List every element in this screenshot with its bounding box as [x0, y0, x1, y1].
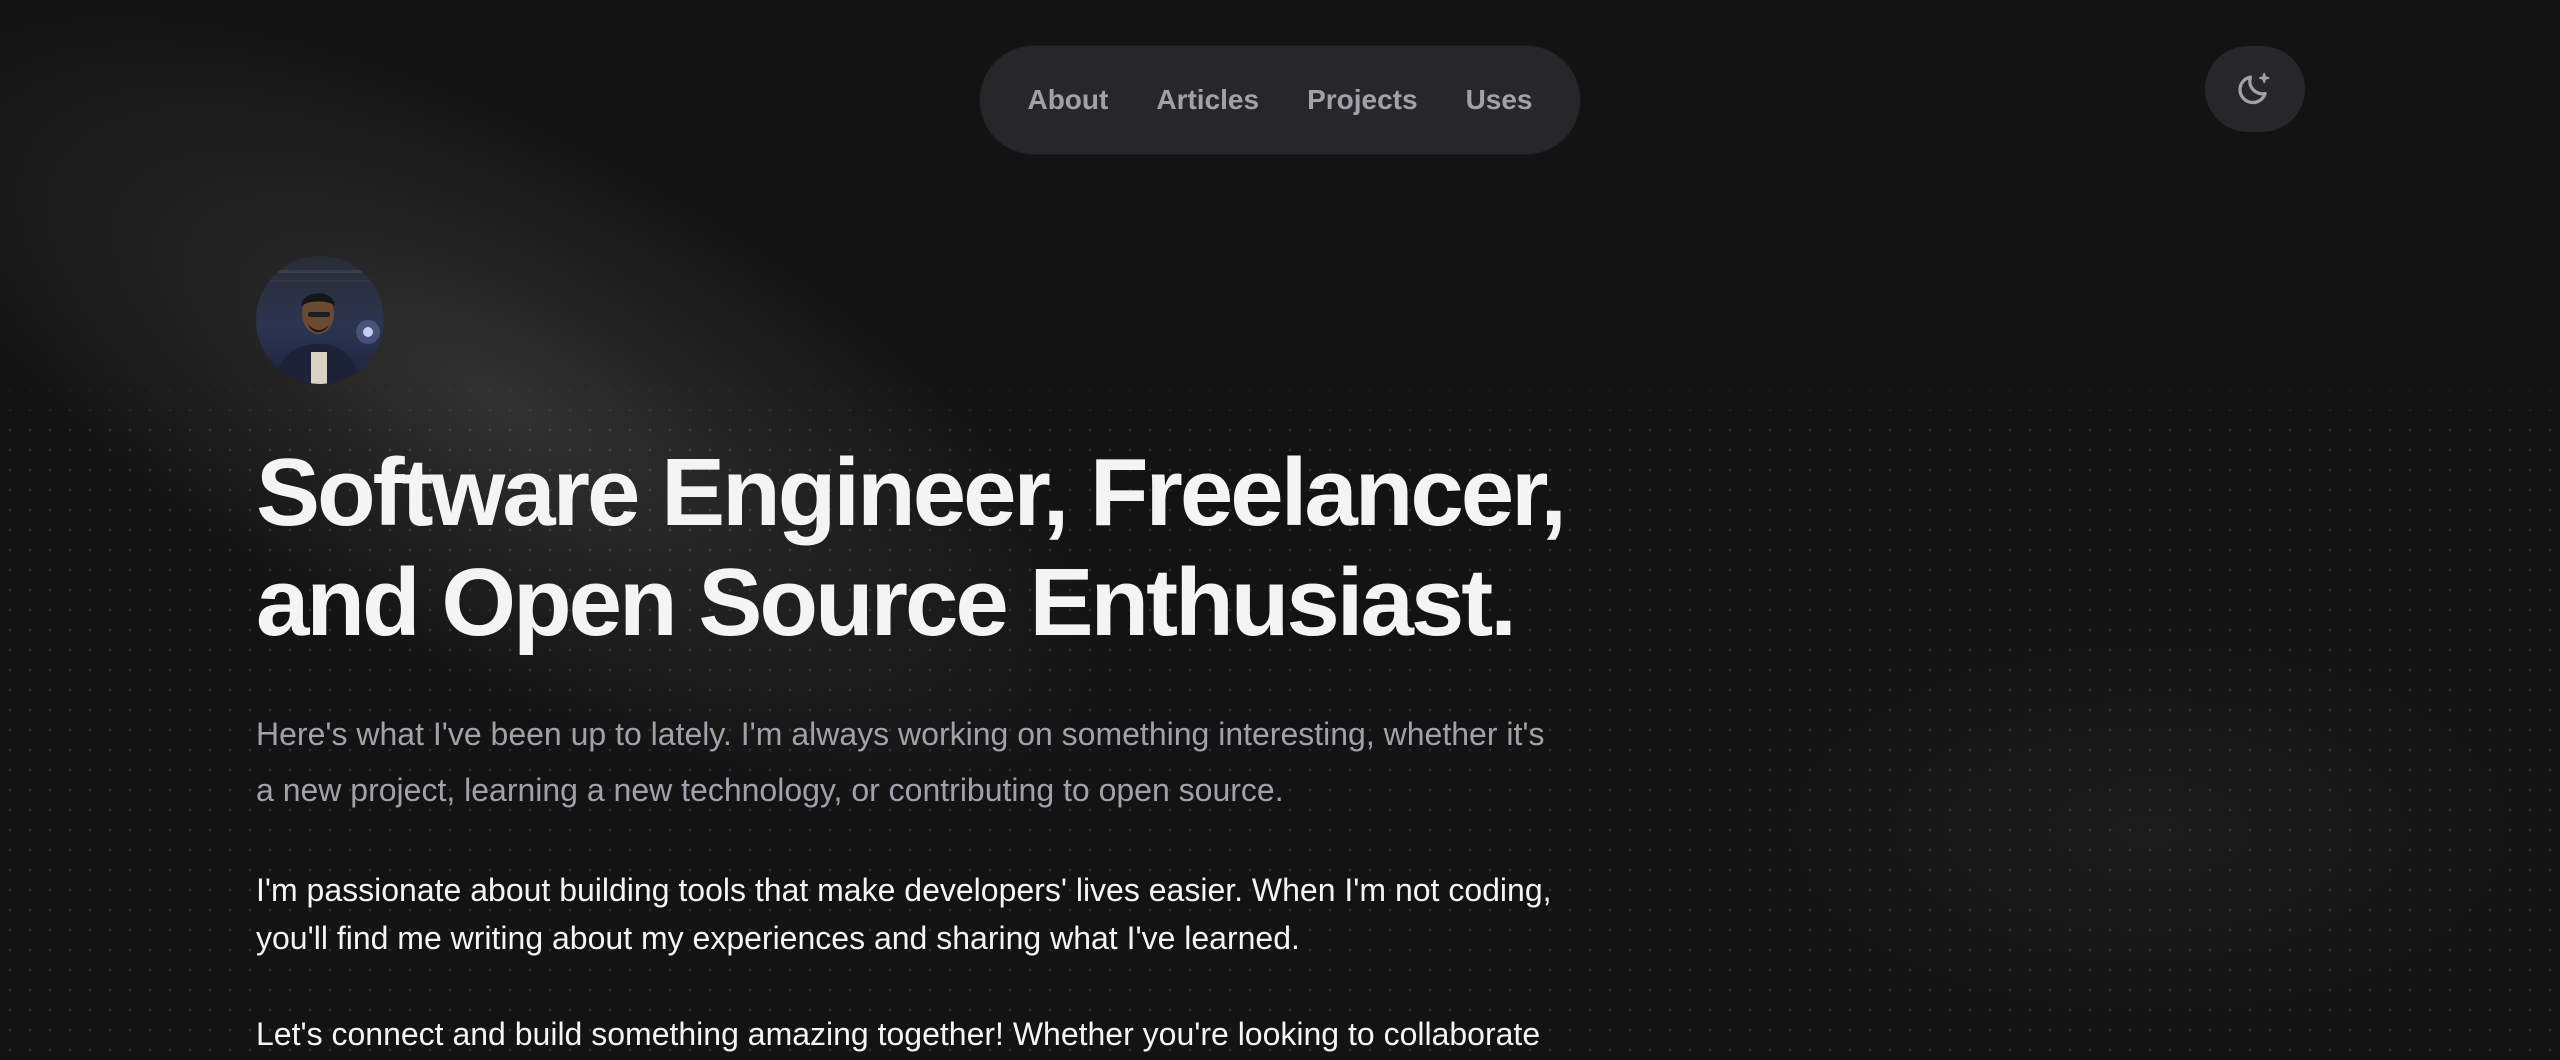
about-paragraph-2-line-1: Let's connect and build something amazin… — [256, 1016, 1541, 1052]
main-nav: About Articles Projects Uses — [980, 46, 1580, 154]
about-paragraph-1-line-1: I'm passionate about building tools that… — [256, 872, 1552, 908]
page-title: Software Engineer, Freelancer, and Open … — [256, 438, 1656, 658]
avatar[interactable] — [256, 256, 384, 384]
intro-lead: Here's what I've been up to lately. I'm … — [256, 706, 1596, 818]
theme-toggle-button[interactable] — [2205, 46, 2305, 132]
about-paragraph-1: I'm passionate about building tools that… — [256, 866, 1596, 962]
moon-sparkle-icon — [2238, 72, 2270, 105]
page-title-line-1: Software Engineer, Freelancer, — [256, 439, 1567, 546]
nav-item-projects[interactable]: Projects — [1283, 46, 1442, 154]
page-title-line-2: and Open Source Enthusiast. — [256, 549, 1517, 656]
about-paragraph-2: Let's connect and build something amazin… — [256, 1010, 1596, 1058]
intro-lead-line-2: a new project, learning a new technology… — [256, 772, 1284, 808]
intro-lead-line-1: Here's what I've been up to lately. I'm … — [256, 716, 1545, 752]
nav-item-about[interactable]: About — [1003, 46, 1132, 154]
avatar-photo — [256, 256, 384, 384]
nav-item-uses[interactable]: Uses — [1442, 46, 1557, 154]
about-paragraph-1-line-2: you'll find me writing about my experien… — [256, 920, 1300, 956]
nav-item-articles[interactable]: Articles — [1132, 46, 1283, 154]
